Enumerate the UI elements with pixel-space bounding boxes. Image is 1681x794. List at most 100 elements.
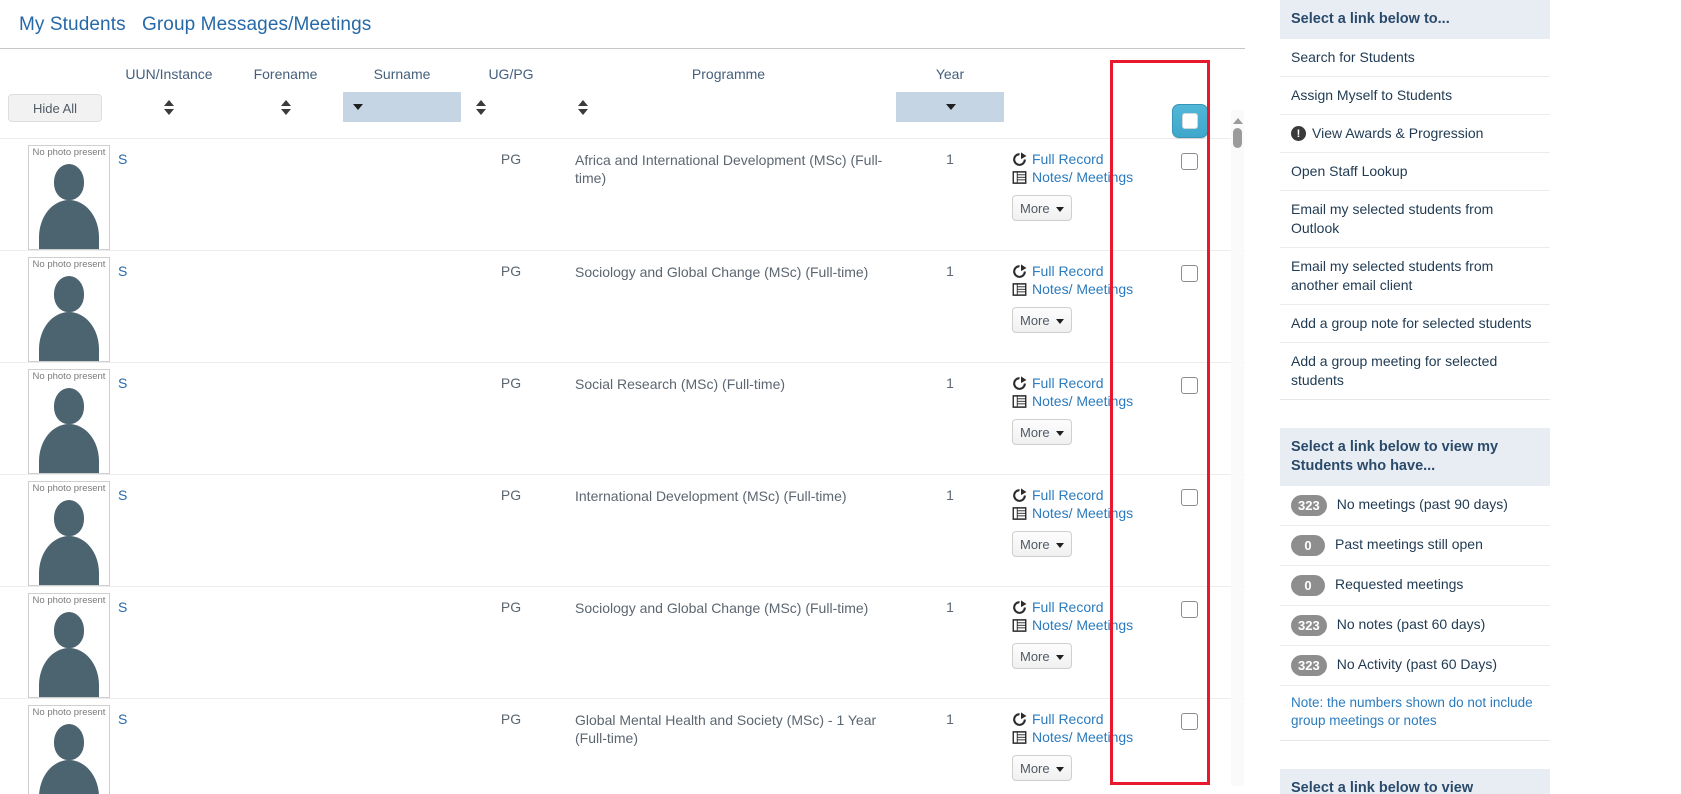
student-ugpg-cell: PG [461, 586, 561, 699]
sidebar-item[interactable]: Search for Students [1280, 39, 1550, 76]
sidebar-panel-note[interactable]: Note: the numbers shown do not include g… [1280, 685, 1550, 740]
chevron-down-icon [1056, 431, 1064, 436]
student-uun-link[interactable]: S [110, 363, 228, 391]
student-select-cell [1134, 586, 1245, 699]
notes-meetings-link[interactable]: Notes/ Meetings [1012, 617, 1134, 634]
row-select-checkbox[interactable] [1181, 713, 1198, 730]
more-button[interactable]: More [1012, 307, 1072, 333]
notes-meetings-link[interactable]: Notes/ Meetings [1012, 505, 1134, 522]
sort-programme-icon[interactable] [575, 100, 591, 118]
avatar: No photo present [28, 369, 110, 474]
student-uun-link[interactable]: S [110, 699, 228, 727]
full-record-link[interactable]: Full Record [1012, 711, 1134, 728]
sidebar-item[interactable]: 323 No notes (past 60 days) [1280, 605, 1550, 645]
notes-meetings-link[interactable]: Notes/ Meetings [1012, 169, 1134, 186]
student-photo-cell: No photo present [0, 138, 110, 251]
student-programme-cell: International Development (MSc) (Full-ti… [561, 474, 896, 587]
sidebar-item[interactable]: Open Staff Lookup [1280, 152, 1550, 190]
student-ugpg-cell: PG [461, 138, 561, 251]
full-record-link[interactable]: Full Record [1012, 599, 1134, 616]
student-uun-link[interactable]: S [110, 475, 228, 503]
notes-meetings-link[interactable]: Notes/ Meetings [1012, 729, 1134, 746]
table-row: No photo present S PG Global Mental Health … [0, 698, 1245, 794]
table-vertical-scrollbar[interactable] [1231, 110, 1244, 786]
row-select-checkbox[interactable] [1181, 601, 1198, 618]
surname-filter-dropdown[interactable] [343, 92, 461, 122]
scrollbar-thumb[interactable] [1233, 128, 1242, 148]
full-record-label: Full Record [1032, 599, 1104, 615]
sidebar-item[interactable]: View Awards & Progression [1280, 114, 1550, 152]
full-record-link[interactable]: Full Record [1012, 263, 1134, 280]
select-all-checkbox-button[interactable] [1171, 104, 1208, 138]
table-row: No photo present S PG Africa and Internatio… [0, 138, 1245, 251]
student-photo-cell: No photo present [0, 586, 110, 699]
notes-meetings-link[interactable]: Notes/ Meetings [1012, 393, 1134, 410]
person-silhouette-icon [39, 312, 99, 361]
notes-list-icon [1012, 506, 1027, 521]
student-uun-link[interactable]: S [110, 251, 228, 279]
student-year-cell: 1 [896, 138, 1004, 251]
sidebar-item[interactable]: 323 No meetings (past 90 days) [1280, 486, 1550, 525]
sort-uun-icon[interactable] [161, 100, 177, 118]
more-button[interactable]: More [1012, 195, 1072, 221]
full-record-link[interactable]: Full Record [1012, 151, 1134, 168]
student-uun-link[interactable]: S [110, 139, 228, 167]
student-forename-cell [228, 362, 343, 475]
notes-meetings-link[interactable]: Notes/ Meetings [1012, 281, 1134, 298]
avatar: No photo present [28, 145, 110, 250]
sidebar-item-label: Search for Students [1291, 49, 1415, 65]
more-button-label: More [1020, 761, 1050, 776]
student-year-cell: 1 [896, 698, 1004, 794]
student-select-cell [1134, 474, 1245, 587]
more-button[interactable]: More [1012, 531, 1072, 557]
tab-group-messages-meetings[interactable]: Group Messages/Meetings [142, 14, 371, 36]
table-header-row: UUN/Instance Forename Surname UG/PG Prog… [0, 49, 1245, 88]
more-button-label: More [1020, 649, 1050, 664]
year-filter-cell [896, 88, 1004, 139]
sidebar-item[interactable]: Assign Myself to Students [1280, 76, 1550, 114]
forename-sort-cell [228, 88, 343, 139]
notes-list-icon [1012, 618, 1027, 633]
student-actions-cell: Full Record Notes/ Meetings More [1004, 474, 1134, 587]
student-year-cell: 1 [896, 250, 1004, 363]
external-link-icon [1012, 152, 1027, 167]
scroll-up-arrow-icon[interactable] [1233, 118, 1243, 124]
student-photo-cell: No photo present [0, 474, 110, 587]
year-filter-dropdown[interactable] [896, 92, 1004, 122]
row-select-checkbox[interactable] [1181, 377, 1198, 394]
more-button[interactable]: More [1012, 419, 1072, 445]
student-forename-cell [228, 474, 343, 587]
student-uun-link[interactable]: S [110, 587, 228, 615]
tab-my-students[interactable]: My Students [19, 14, 126, 36]
row-select-checkbox[interactable] [1181, 489, 1198, 506]
row-select-checkbox[interactable] [1181, 265, 1198, 282]
student-uun-cell: S [110, 698, 228, 794]
sidebar-item[interactable]: Email my selected students from Outlook [1280, 190, 1550, 247]
sidebar-item[interactable]: 323 No Activity (past 60 Days) [1280, 645, 1550, 685]
actions-filter-cell [1004, 88, 1134, 139]
no-photo-label: No photo present [32, 259, 106, 270]
chevron-down-icon [1056, 319, 1064, 324]
hide-all-button[interactable]: Hide All [8, 94, 102, 122]
notes-meetings-label: Notes/ Meetings [1032, 617, 1134, 633]
student-surname-cell [343, 250, 461, 363]
count-badge: 323 [1291, 615, 1327, 636]
row-select-checkbox[interactable] [1181, 153, 1198, 170]
sort-ugpg-icon[interactable] [473, 100, 489, 118]
more-button[interactable]: More [1012, 643, 1072, 669]
student-photo-cell: No photo present [0, 250, 110, 363]
surname-filter-cell [343, 88, 461, 139]
sidebar-item[interactable]: 0 Requested meetings [1280, 565, 1550, 605]
full-record-link[interactable]: Full Record [1012, 487, 1134, 504]
no-photo-label: No photo present [32, 371, 106, 382]
more-button[interactable]: More [1012, 755, 1072, 781]
notes-meetings-label: Notes/ Meetings [1032, 393, 1134, 409]
person-silhouette-icon [39, 200, 99, 249]
sidebar-item[interactable]: 0 Past meetings still open [1280, 525, 1550, 565]
sidebar-item[interactable]: Add a group meeting for selected student… [1280, 342, 1550, 399]
student-select-cell [1134, 698, 1245, 794]
full-record-link[interactable]: Full Record [1012, 375, 1134, 392]
sidebar-item[interactable]: Email my selected students from another … [1280, 247, 1550, 304]
sidebar-item[interactable]: Add a group note for selected students [1280, 304, 1550, 342]
sort-forename-icon[interactable] [278, 100, 294, 118]
